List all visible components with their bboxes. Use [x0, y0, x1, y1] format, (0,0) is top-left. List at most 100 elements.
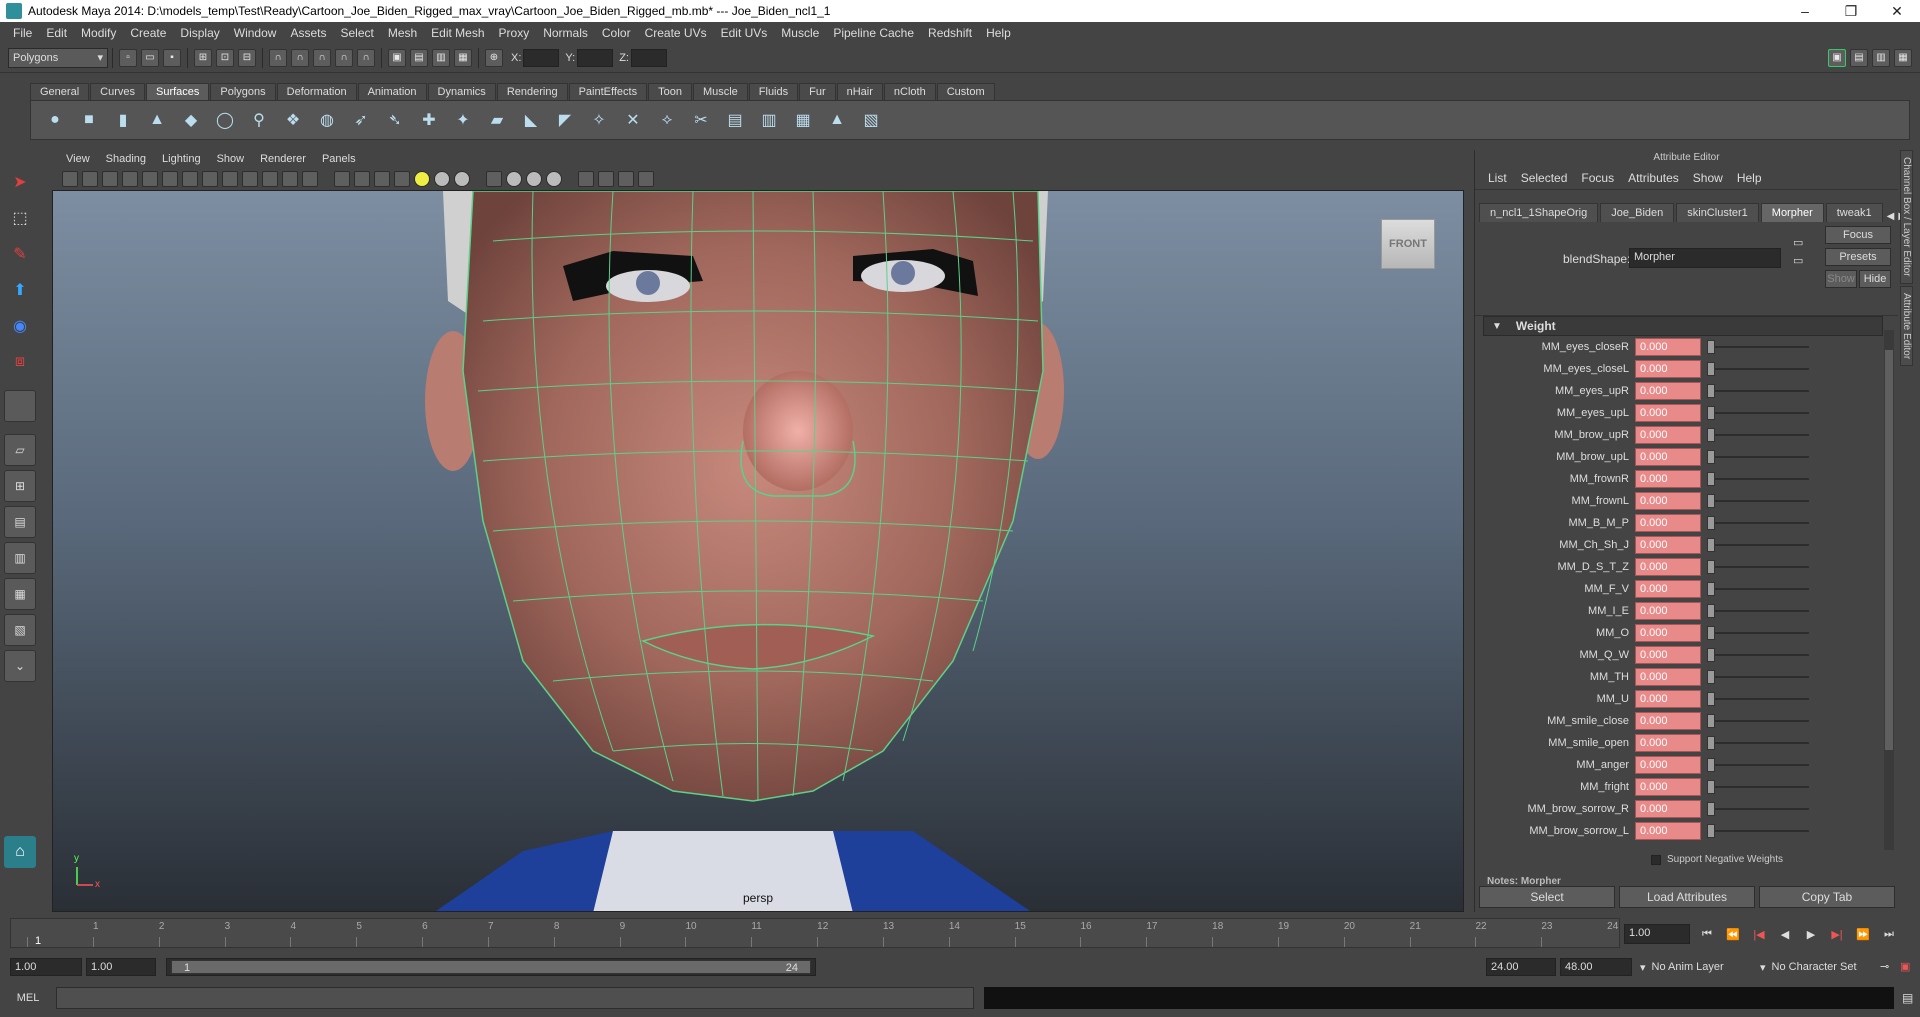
- play-backwards-icon[interactable]: ◀: [1772, 924, 1798, 944]
- slider-thumb[interactable]: [1707, 692, 1715, 706]
- weight-value-field[interactable]: 0.000: [1635, 448, 1701, 466]
- single-view-layout-icon[interactable]: ▱: [4, 434, 36, 466]
- weight-slider[interactable]: [1707, 690, 1809, 708]
- animation-prefs-icon[interactable]: ▣: [1900, 960, 1910, 973]
- depth-of-field-icon[interactable]: [526, 171, 542, 187]
- menu-edit-uvs[interactable]: Edit UVs: [714, 26, 775, 40]
- viewport-menu-shading[interactable]: Shading: [98, 153, 154, 165]
- weight-value-field[interactable]: 0.000: [1635, 668, 1701, 686]
- slider-thumb[interactable]: [1707, 340, 1715, 354]
- screen-space-ao-icon[interactable]: [454, 171, 470, 187]
- select-input-icon[interactable]: ▭: [1793, 236, 1803, 249]
- slider-thumb[interactable]: [1707, 406, 1715, 420]
- slider-thumb[interactable]: [1707, 604, 1715, 618]
- shelf-tab-custom[interactable]: Custom: [936, 83, 995, 100]
- shelf-tab-animation[interactable]: Animation: [357, 83, 427, 100]
- step-forward-frame-icon[interactable]: ▶|: [1824, 924, 1850, 944]
- slider-thumb[interactable]: [1707, 516, 1715, 530]
- modeling-toolkit-icon[interactable]: ▣: [1828, 48, 1846, 67]
- command-input[interactable]: [56, 987, 974, 1009]
- last-tool-slot[interactable]: [4, 390, 36, 422]
- nurbs-cylinder-icon[interactable]: ▮: [109, 106, 137, 134]
- select-tool-icon[interactable]: ➤: [4, 166, 36, 198]
- weight-slider[interactable]: [1707, 448, 1809, 466]
- slider-thumb[interactable]: [1707, 362, 1715, 376]
- shelf-tab-surfaces[interactable]: Surfaces: [145, 83, 210, 100]
- slider-thumb[interactable]: [1707, 450, 1715, 464]
- slider-thumb[interactable]: [1707, 626, 1715, 640]
- xray-components-icon[interactable]: [618, 171, 634, 187]
- grid-icon[interactable]: [182, 171, 198, 187]
- channel-box-tab[interactable]: Channel Box / Layer Editor: [1900, 150, 1913, 284]
- ae-menu-attributes[interactable]: Attributes: [1621, 171, 1686, 185]
- render-frame-icon[interactable]: ▤: [410, 48, 428, 67]
- attribute-editor-tab[interactable]: Attribute Editor: [1900, 285, 1913, 366]
- weight-slider[interactable]: [1707, 338, 1809, 356]
- menu-file[interactable]: File: [6, 26, 39, 40]
- camera-attributes-icon[interactable]: [82, 171, 98, 187]
- step-back-frame-icon[interactable]: |◀: [1746, 924, 1772, 944]
- wireframe-icon[interactable]: [334, 171, 350, 187]
- weight-slider[interactable]: [1707, 514, 1809, 532]
- project-curve-icon[interactable]: ◤: [551, 106, 579, 134]
- slider-thumb[interactable]: [1707, 714, 1715, 728]
- rebuild-surface-icon[interactable]: ▤: [721, 106, 749, 134]
- nurbs-cone-icon[interactable]: ▲: [143, 106, 171, 134]
- tab-skincluster1[interactable]: skinCluster1: [1676, 203, 1759, 222]
- weight-slider[interactable]: [1707, 822, 1809, 840]
- x-field[interactable]: [523, 48, 560, 67]
- presets-button[interactable]: Presets: [1825, 248, 1891, 266]
- snap-view-plane-icon[interactable]: ∩: [335, 48, 353, 67]
- weight-slider[interactable]: [1707, 558, 1809, 576]
- weight-slider[interactable]: [1707, 360, 1809, 378]
- slider-thumb[interactable]: [1707, 582, 1715, 596]
- nurbs-cube-icon[interactable]: ■: [75, 106, 103, 134]
- scale-tool-icon[interactable]: ⧈: [4, 346, 36, 378]
- weight-value-field[interactable]: 0.000: [1635, 360, 1701, 378]
- sculpt-surface-icon[interactable]: ▦: [789, 106, 817, 134]
- shelf-tab-fluids[interactable]: Fluids: [748, 83, 799, 100]
- weight-slider[interactable]: [1707, 646, 1809, 664]
- loft-icon[interactable]: ❖: [279, 106, 307, 134]
- render-view-icon[interactable]: ▣: [388, 48, 406, 67]
- trim-tool-icon[interactable]: ✧: [585, 106, 613, 134]
- menu-modify[interactable]: Modify: [74, 26, 123, 40]
- wireframe-on-shaded-icon[interactable]: [374, 171, 390, 187]
- menu-assets[interactable]: Assets: [283, 26, 333, 40]
- bevel-icon[interactable]: ▰: [483, 106, 511, 134]
- auto-key-icon[interactable]: ⊸: [1880, 960, 1889, 973]
- weight-value-field[interactable]: 0.000: [1635, 558, 1701, 576]
- select-camera-icon[interactable]: [62, 171, 78, 187]
- isolate-select-icon[interactable]: [578, 171, 594, 187]
- shelf-handle[interactable]: [10, 80, 26, 140]
- weight-value-field[interactable]: 0.000: [1635, 778, 1701, 796]
- animation-start-field[interactable]: 1.00: [10, 958, 82, 976]
- use-all-lights-icon[interactable]: [414, 171, 430, 187]
- weight-section-header[interactable]: ▼ Weight: [1483, 316, 1883, 336]
- close-button[interactable]: ✕: [1874, 0, 1920, 22]
- shelf-tab-muscle[interactable]: Muscle: [692, 83, 748, 100]
- weight-value-field[interactable]: 0.000: [1635, 756, 1701, 774]
- channel-box-icon[interactable]: ▦: [1894, 48, 1912, 67]
- character-set-dropdown[interactable]: ▾ No Character Set: [1760, 958, 1890, 976]
- viewport-menu-renderer[interactable]: Renderer: [252, 153, 314, 165]
- grease-pencil-icon[interactable]: [162, 171, 178, 187]
- viewport-menu-lighting[interactable]: Lighting: [154, 153, 209, 165]
- safe-title-icon[interactable]: [302, 171, 318, 187]
- focus-button[interactable]: Focus: [1825, 226, 1891, 244]
- move-tool-icon[interactable]: ⬆: [4, 274, 36, 306]
- viewport-menu-view[interactable]: View: [58, 153, 98, 165]
- weight-value-field[interactable]: 0.000: [1635, 580, 1701, 598]
- planar-icon[interactable]: ◍: [313, 106, 341, 134]
- layout-menu-icon[interactable]: ⌄: [4, 650, 36, 682]
- image-plane-icon[interactable]: [122, 171, 138, 187]
- outliner-persp-layout-icon[interactable]: ▤: [4, 506, 36, 538]
- ae-menu-list[interactable]: List: [1481, 171, 1514, 185]
- copy-tab-button[interactable]: Copy Tab: [1759, 886, 1895, 908]
- slider-thumb[interactable]: [1707, 428, 1715, 442]
- maximize-button[interactable]: ❐: [1828, 0, 1874, 22]
- time-slider[interactable]: 1 2 3 4 5 6 7 8 9 10 11 12 13 14 15 16 17 18 19 20 21 22 23 24 …: [10, 918, 1620, 948]
- slider-thumb[interactable]: [1707, 494, 1715, 508]
- shelf-tab-ncloth[interactable]: nCloth: [883, 83, 936, 100]
- detach-surfaces-icon[interactable]: ✂: [687, 106, 715, 134]
